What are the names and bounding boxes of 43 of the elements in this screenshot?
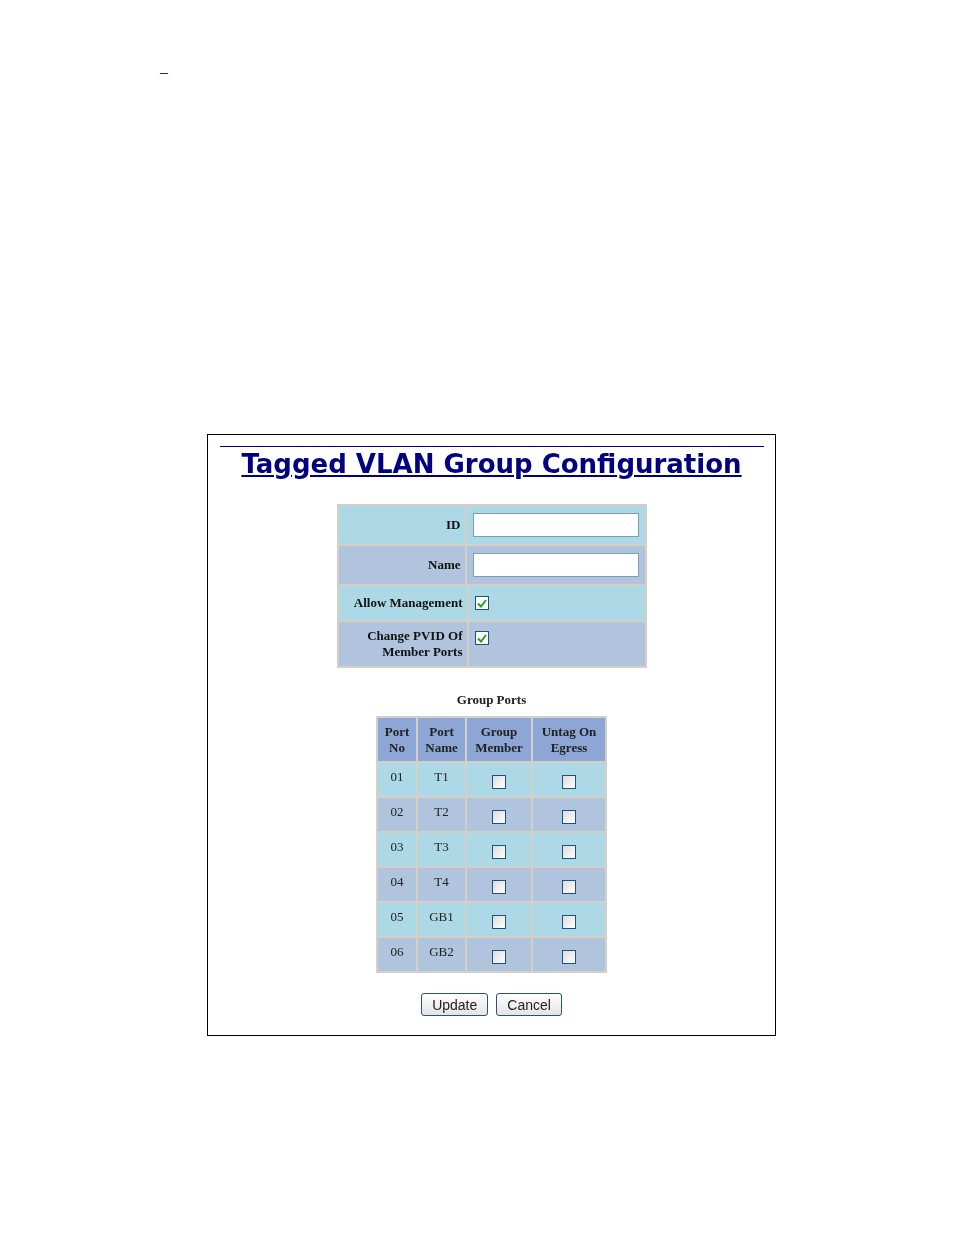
field-label: Change PVID Of Member Ports [366, 628, 463, 660]
text-field[interactable] [472, 513, 639, 537]
check-icon [476, 633, 487, 643]
checkbox[interactable] [492, 949, 506, 964]
column-header: Port Name [424, 723, 459, 756]
checkbox[interactable] [492, 914, 506, 929]
port-number-cell-text: 06 [390, 944, 404, 961]
checkbox[interactable] [562, 809, 576, 824]
checkbox[interactable] [562, 774, 576, 789]
field-label: Allow Management [353, 595, 463, 611]
checkbox[interactable] [474, 631, 489, 645]
form-button[interactable]: Cancel [496, 993, 562, 1016]
group-ports-caption: Group Ports [456, 692, 527, 708]
checkbox[interactable] [562, 914, 576, 929]
port-number-cell-text: 03 [390, 839, 404, 856]
header-mark: – [160, 63, 168, 80]
checkbox[interactable] [562, 844, 576, 859]
checkbox[interactable] [492, 844, 506, 859]
port-name-cell-text: GB1 [429, 909, 454, 926]
column-header: Untag On Egress [540, 723, 598, 756]
page-title: Tagged VLAN Group Configuration [241, 448, 742, 480]
checkbox[interactable] [492, 774, 506, 789]
form-button[interactable]: Update [421, 993, 489, 1016]
port-name-cell-text: T4 [434, 874, 449, 891]
column-header: Port No [383, 723, 411, 756]
column-header: Group Member [474, 723, 524, 756]
port-number-cell-text: 05 [390, 909, 404, 926]
checkbox[interactable] [562, 949, 576, 964]
text-field[interactable] [472, 553, 639, 577]
port-number-cell-text: 02 [390, 804, 404, 821]
port-number-cell-text: 04 [390, 874, 404, 891]
port-name-cell-text: T2 [434, 804, 449, 821]
checkbox[interactable] [492, 809, 506, 824]
port-name-cell-text: T1 [434, 769, 449, 786]
checkbox[interactable] [474, 596, 489, 610]
port-number-cell-text: 01 [390, 769, 404, 786]
field-label: Name [428, 557, 461, 573]
port-name-cell-text: T3 [434, 839, 449, 856]
checkbox[interactable] [562, 879, 576, 894]
field-label: ID [446, 517, 461, 533]
port-name-cell-text: GB2 [429, 944, 454, 961]
check-icon [476, 598, 487, 608]
checkbox[interactable] [492, 879, 506, 894]
